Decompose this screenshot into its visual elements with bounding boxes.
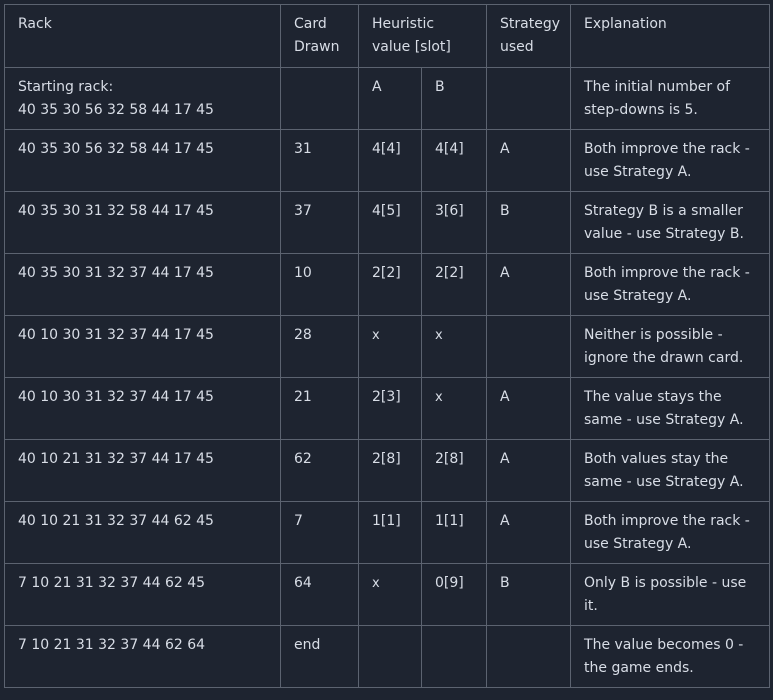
explanation-cell: Both improve the rack - use Strategy A. — [570, 501, 771, 564]
rack-cell: 40 10 21 31 32 37 44 17 45 — [4, 439, 281, 502]
header-heuristic: Heuristic value [slot] — [357, 4, 488, 68]
strategy-b-label: B — [420, 67, 488, 130]
strategy-used-cell: A — [486, 439, 572, 502]
heuristic-a-cell: 4[4] — [358, 129, 422, 192]
header-explanation-label: Explanation — [584, 16, 667, 32]
strategy-used-cell: A — [486, 129, 572, 192]
explanation-cell: Neither is possible - ignore the drawn c… — [570, 315, 771, 378]
rack-cell: 40 35 30 56 32 58 44 17 45 — [4, 129, 281, 192]
table-row: 7 10 21 31 32 37 44 62 64 end The value be… — [4, 625, 771, 688]
heuristic-a-cell: 2[3] — [358, 377, 422, 440]
table-row: 40 35 30 56 32 58 44 17 45 31 4[4] 4[4] A Bot… — [4, 129, 771, 192]
card-drawn-cell: 62 — [280, 439, 359, 502]
header-rack: Rack — [4, 4, 281, 68]
header-card-line2: Drawn — [294, 39, 340, 55]
header-card-drawn: Card Drawn — [280, 4, 359, 68]
heuristic-b-cell: 3[6] — [420, 191, 488, 254]
header-heuristic-line1: Heuristic — [372, 16, 435, 32]
header-strategy-line1: Strategy — [500, 16, 561, 32]
starting-rack-value: 40 35 30 56 32 58 44 17 45 — [18, 102, 214, 118]
starting-explanation: The initial number of step-downs is 5. — [570, 67, 771, 130]
card-drawn-cell: 31 — [280, 129, 359, 192]
header-row: Rack Card Drawn Heuristic value [slot] S… — [4, 4, 771, 68]
strategy-used-cell: A — [486, 501, 572, 564]
table-row: 40 10 30 31 32 37 44 17 45 21 2[3] x A The va… — [4, 377, 771, 440]
starting-strategy-cell — [486, 67, 572, 130]
table-row: 7 10 21 31 32 37 44 62 45 64 x 0[9] B Only B … — [4, 563, 771, 626]
table-row: 40 10 21 31 32 37 44 17 45 62 2[8] 2[8] A Bot… — [4, 439, 771, 502]
explanation-cell: Both values stay the same - use Strategy… — [570, 439, 771, 502]
header-rack-label: Rack — [18, 16, 52, 32]
strategy-used-cell: A — [486, 377, 572, 440]
header-strategy-line2: used — [500, 39, 534, 55]
rack-cell: 7 10 21 31 32 37 44 62 45 — [4, 563, 281, 626]
strategy-used-cell: B — [486, 191, 572, 254]
strategy-used-cell — [486, 625, 572, 688]
heuristic-b-cell: 2[2] — [420, 253, 488, 316]
starting-row: Starting rack: 40 35 30 56 32 58 44 17 4… — [4, 67, 771, 130]
heuristic-a-cell: 2[2] — [358, 253, 422, 316]
header-card-line1: Card — [294, 16, 327, 32]
explanation-cell: Strategy B is a smaller value - use Stra… — [570, 191, 771, 254]
header-strategy: Strategy used — [486, 4, 572, 68]
explanation-cell: Both improve the rack - use Strategy A. — [570, 129, 771, 192]
heuristic-b-cell: x — [420, 315, 488, 378]
header-explanation: Explanation — [570, 4, 771, 68]
strategy-used-cell — [486, 315, 572, 378]
heuristic-a-cell: 4[5] — [358, 191, 422, 254]
explanation-cell: Only B is possible - use it. — [570, 563, 771, 626]
heuristic-a-cell: x — [358, 563, 422, 626]
strategy-table: Rack Card Drawn Heuristic value [slot] S… — [4, 4, 771, 688]
heuristic-b-cell: 1[1] — [420, 501, 488, 564]
starting-rack-label: Starting rack: — [18, 79, 114, 95]
table-row: 40 35 30 31 32 37 44 17 45 10 2[2] 2[2] A Bot… — [4, 253, 771, 316]
rack-cell: 40 35 30 31 32 58 44 17 45 — [4, 191, 281, 254]
explanation-cell: Both improve the rack - use Strategy A. — [570, 253, 771, 316]
heuristic-b-cell: x — [420, 377, 488, 440]
card-drawn-cell: 10 — [280, 253, 359, 316]
table-row: 40 10 21 31 32 37 44 62 45 7 1[1] 1[1] A Both… — [4, 501, 771, 564]
strategy-used-cell: B — [486, 563, 572, 626]
heuristic-a-cell: x — [358, 315, 422, 378]
card-drawn-cell: 7 — [280, 501, 359, 564]
heuristic-a-cell — [358, 625, 422, 688]
card-drawn-cell: 37 — [280, 191, 359, 254]
heuristic-a-cell: 2[8] — [358, 439, 422, 502]
card-drawn-cell: 21 — [280, 377, 359, 440]
header-heuristic-line2: value [slot] — [372, 39, 451, 55]
starting-card-cell — [280, 67, 359, 130]
rack-cell: 40 10 21 31 32 37 44 62 45 — [4, 501, 281, 564]
explanation-cell: The value stays the same - use Strategy … — [570, 377, 771, 440]
card-drawn-cell: 64 — [280, 563, 359, 626]
heuristic-b-cell: 4[4] — [420, 129, 488, 192]
heuristic-a-cell: 1[1] — [358, 501, 422, 564]
strategy-used-cell: A — [486, 253, 572, 316]
heuristic-b-cell: 0[9] — [420, 563, 488, 626]
rack-cell: 7 10 21 31 32 37 44 62 64 — [4, 625, 281, 688]
heuristic-b-cell: 2[8] — [420, 439, 488, 502]
heuristic-b-cell — [420, 625, 488, 688]
explanation-cell: The value becomes 0 - the game ends. — [570, 625, 771, 688]
rack-cell: 40 10 30 31 32 37 44 17 45 — [4, 377, 281, 440]
card-drawn-cell: end — [280, 625, 359, 688]
strategy-a-label: A — [358, 67, 422, 130]
rack-cell: 40 35 30 31 32 37 44 17 45 — [4, 253, 281, 316]
table-row: 40 35 30 31 32 58 44 17 45 37 4[5] 3[6] B Str… — [4, 191, 771, 254]
card-drawn-cell: 28 — [280, 315, 359, 378]
table-row: 40 10 30 31 32 37 44 17 45 28 x x Neither is… — [4, 315, 771, 378]
starting-rack-cell: Starting rack: 40 35 30 56 32 58 44 17 4… — [4, 67, 281, 130]
rack-cell: 40 10 30 31 32 37 44 17 45 — [4, 315, 281, 378]
